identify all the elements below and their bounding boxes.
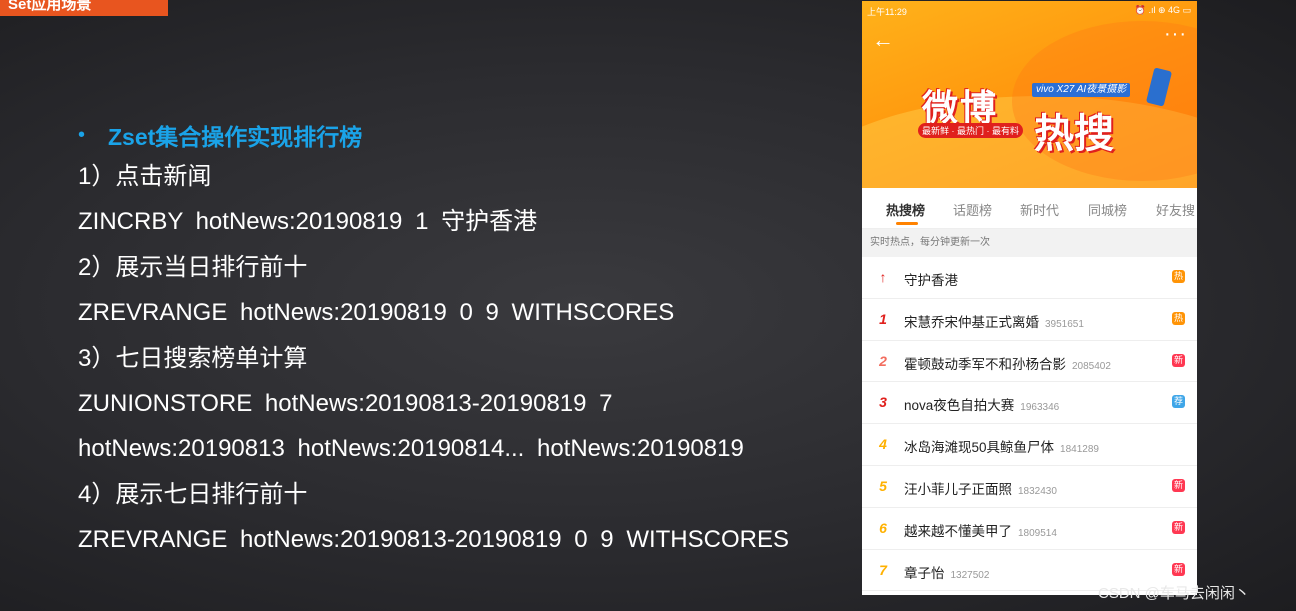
- bullet-heading-text: Zset集合操作实现排行榜: [108, 124, 363, 150]
- hot-search-item[interactable]: 3 nova夜色自拍大赛 1963346 荐: [862, 382, 1197, 425]
- rank-number: 4: [879, 436, 887, 453]
- slide-line: 1）点击新闻: [78, 163, 212, 190]
- rank-number: 2: [879, 352, 887, 369]
- rank-badge: 荐: [1172, 395, 1185, 409]
- rank-title: 霍顿鼓动季军不和孙杨合影 2085402: [904, 353, 1111, 373]
- rank-count: 1841289: [1060, 444, 1099, 456]
- hero-banner: 上午11:29 ⏰ .ıl ⊕ 4G ▭ ← ··· 微博 vivo X27 A…: [862, 1, 1197, 188]
- slide-line: ZREVRANGE hotNews:20190813-20190819 0 9 …: [78, 526, 789, 554]
- back-arrow-icon[interactable]: ←: [872, 27, 894, 53]
- slide-line: hotNews:20190813 hotNews:20190814... hot…: [78, 435, 744, 463]
- slide-corner-title: Set应用场景: [0, 0, 168, 16]
- slide-line: 3）七日搜索榜单计算: [78, 344, 308, 372]
- rank-count: 1809514: [1018, 527, 1057, 539]
- more-options-icon[interactable]: ···: [1164, 23, 1187, 46]
- rank-title: nova夜色自拍大赛 1963346: [904, 394, 1059, 414]
- tab-hot-search[interactable]: 热搜榜: [886, 200, 925, 219]
- slide-line: ZUNIONSTORE hotNews:20190813-20190819 7: [78, 389, 613, 417]
- rank-count: 3951651: [1045, 318, 1084, 330]
- slide-line: ZREVRANGE hotNews:20190819 0 9 WITHSCORE…: [78, 299, 675, 327]
- hot-search-item[interactable]: 6 越来越不懂美甲了 1809514 新: [862, 508, 1197, 550]
- rank-badge: 新: [1172, 478, 1185, 492]
- tab-local[interactable]: 同城榜: [1088, 200, 1127, 219]
- tab-friends[interactable]: 好友搜: [1156, 200, 1195, 219]
- rank-number: 6: [879, 519, 887, 536]
- status-icons: ⏰ .ıl ⊕ 4G ▭: [1134, 5, 1191, 15]
- rank-badge: 新: [1172, 520, 1185, 534]
- rank-number: 3: [879, 394, 887, 411]
- rank-title-text: 汪小菲儿子正面照: [904, 481, 1012, 497]
- hot-search-item[interactable]: 2 霍顿鼓动季军不和孙杨合影 2085402 新: [862, 341, 1197, 383]
- hot-search-item[interactable]: ↑ 守护香港 热: [862, 257, 1197, 299]
- vivo-badge: vivo X27 AI夜景摄影: [1032, 83, 1131, 97]
- rank-title-text: 冰岛海滩现50具鲸鱼尸体: [904, 440, 1055, 456]
- logo-slogan: 最新鲜 · 最热门 · 最有料: [918, 123, 1023, 138]
- rank-count: 1963346: [1020, 402, 1060, 414]
- slide-line: ZINCRBY hotNews:20190819 1 守护香港: [78, 208, 538, 236]
- rank-title: 守护香港: [904, 269, 958, 289]
- weibo-hot-search-logo: 微博 vivo X27 AI夜景摄影 最新鲜 · 最热门 · 最有料 热搜: [912, 67, 1173, 163]
- rank-title: 冰岛海滩现50具鲸鱼尸体 1841289: [904, 436, 1099, 456]
- rank-title: 越来越不懂美甲了 1809514: [904, 520, 1057, 540]
- phone-device-icon: [1145, 67, 1173, 107]
- hot-search-item[interactable]: 5 汪小菲儿子正面照 1832430 新: [862, 466, 1197, 508]
- rank-title-text: 宋慧乔宋仲基正式离婚: [904, 314, 1039, 330]
- rank-count: 2085402: [1072, 360, 1111, 372]
- active-tab-indicator: [896, 222, 918, 225]
- tab-bar: 热搜榜 话题榜 新时代 同城榜 好友搜: [862, 188, 1197, 229]
- phone-screenshot: 上午11:29 ⏰ .ıl ⊕ 4G ▭ ← ··· 微博 vivo X27 A…: [862, 1, 1197, 595]
- hot-search-list: ↑ 守护香港热 1 宋慧乔宋仲基正式离婚 3951651 热 2 霍顿鼓动季军不和孙杨合影 20…: [862, 257, 1197, 592]
- rank-title-text: 守护香港: [904, 273, 958, 288]
- slide-line: 2）展示当日排行前十: [78, 253, 308, 281]
- bullet-dot-icon: •: [78, 123, 86, 146]
- rank-number: 7: [879, 561, 887, 578]
- hot-search-item[interactable]: 4 冰岛海滩现50具鲸鱼尸体 1841289: [862, 424, 1197, 466]
- rank-count: 1327502: [950, 569, 990, 581]
- rank-number: ↑: [879, 269, 887, 285]
- slide-line: 4）展示七日排行前十: [78, 480, 308, 508]
- rank-title: 宋慧乔宋仲基正式离婚 3951651: [904, 311, 1084, 331]
- update-banner: 实时热点，每分钟更新一次: [862, 229, 1197, 257]
- rank-title: 章子怡 1327502: [904, 562, 989, 582]
- rank-number: 1: [879, 310, 887, 327]
- status-time: 上午11:29: [867, 7, 907, 17]
- tab-new-era[interactable]: 新时代: [1020, 200, 1059, 219]
- rank-count: 1832430: [1018, 485, 1057, 497]
- bullet-heading: • Zset集合操作实现排行榜: [78, 116, 848, 154]
- rank-title-text: nova夜色自拍大赛: [904, 398, 1015, 414]
- logo-resou-text: 热搜: [1034, 112, 1114, 156]
- watermark: CSDN @车马去闲闲丶: [1098, 585, 1250, 602]
- slide-content: • Zset集合操作实现排行榜 1）点击新闻 ZINCRBY hotNews:2…: [78, 116, 848, 563]
- rank-badge: 热: [1172, 311, 1185, 325]
- rank-badge: 新: [1172, 353, 1185, 367]
- hot-search-item[interactable]: 1 宋慧乔宋仲基正式离婚 3951651 热: [862, 299, 1197, 341]
- rank-title: 汪小菲儿子正面照 1832430: [904, 478, 1057, 498]
- rank-title-text: 越来越不懂美甲了: [904, 523, 1012, 539]
- rank-title-text: 霍顿鼓动季军不和孙杨合影: [904, 356, 1066, 372]
- rank-badge: 热: [1172, 270, 1185, 283]
- rank-number: 5: [879, 477, 887, 494]
- rank-title-text: 章子怡: [904, 565, 945, 581]
- status-bar: 上午11:29 ⏰ .ıl ⊕ 4G ▭: [862, 1, 1197, 19]
- tab-topics[interactable]: 话题榜: [953, 200, 992, 219]
- rank-badge: 新: [1172, 562, 1185, 576]
